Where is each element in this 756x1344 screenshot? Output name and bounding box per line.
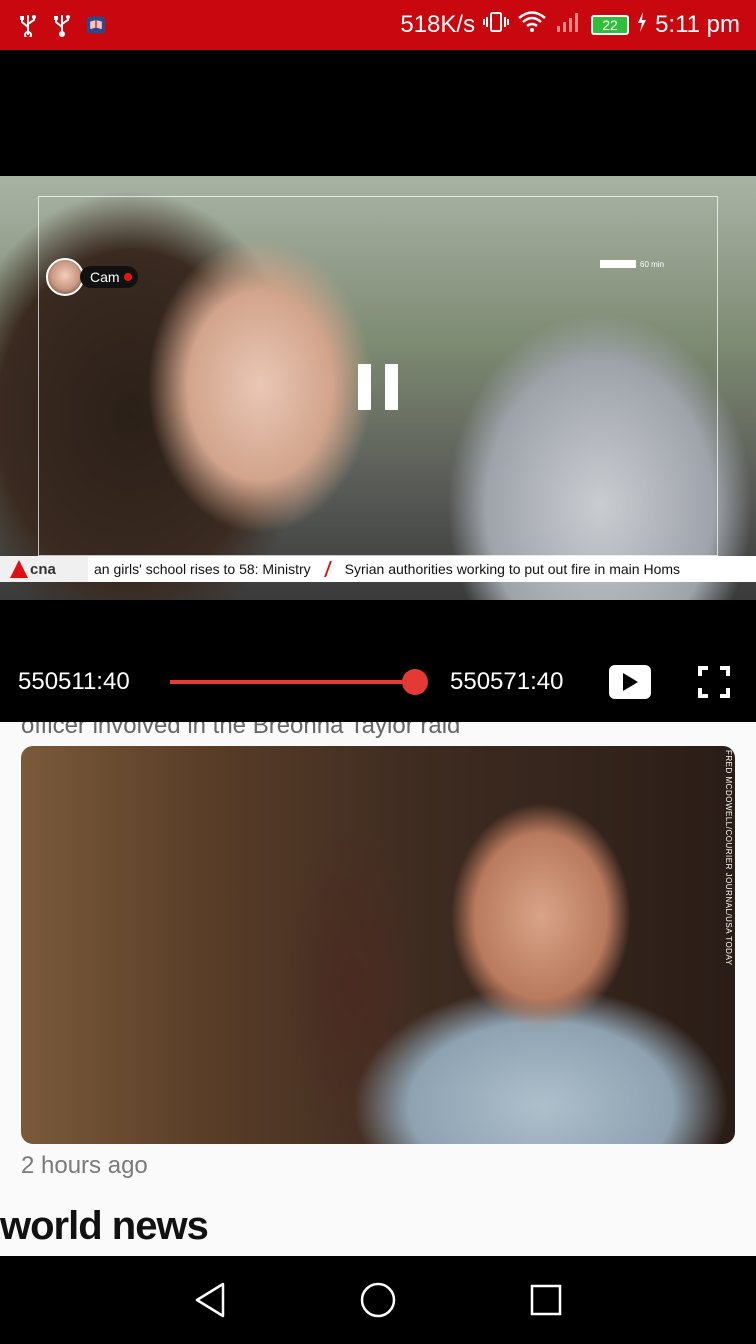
home-icon [360, 1282, 396, 1318]
news-feed[interactable]: officer involved in the Breonna Taylor r… [0, 722, 756, 1256]
network-speed: 518K/s [400, 11, 476, 38]
back-button[interactable] [190, 1280, 230, 1320]
recents-button[interactable] [526, 1280, 566, 1320]
play-button[interactable] [609, 665, 651, 699]
video-player[interactable]: Cam 60 min cna an girls' school rises to… [0, 50, 756, 722]
back-icon [195, 1282, 225, 1318]
video-frame[interactable]: Cam 60 min cna an girls' school rises to… [0, 176, 756, 600]
cna-logo: cna [0, 556, 88, 582]
player-controls: 550511:40 550571:40 [0, 652, 756, 712]
avatar [46, 258, 84, 296]
seek-handle[interactable] [402, 669, 428, 695]
news-ticker: cna an girls' school rises to 58: Minist… [0, 556, 756, 582]
cam-badge: Cam [46, 258, 138, 296]
article-headline[interactable]: officer involved in the Breonna Taylor r… [21, 722, 460, 740]
recording-indicator [600, 260, 636, 268]
clock: 5:11 pm [655, 11, 740, 38]
usb-icon [18, 13, 38, 37]
ticker-item: an girls' school rises to 58: Ministry [94, 561, 311, 577]
cam-label: Cam [80, 266, 138, 288]
hud-duration: 60 min [640, 260, 665, 269]
pause-icon[interactable] [358, 364, 398, 410]
battery-icon: 22 [591, 15, 630, 35]
seek-bar[interactable] [170, 680, 418, 684]
charging-icon [637, 11, 647, 40]
usb-icon [52, 13, 72, 37]
app-notification-icon [86, 13, 106, 37]
vibrate-icon [483, 10, 510, 41]
recents-icon [530, 1284, 562, 1316]
home-button[interactable] [358, 1280, 398, 1320]
article-image[interactable]: FRED MCDOWELL/COURIER JOURNAL/USA TODAY [21, 746, 735, 1144]
image-credit: FRED MCDOWELL/COURIER JOURNAL/USA TODAY [724, 750, 733, 966]
ticker-item: Syrian authorities working to put out fi… [344, 561, 681, 577]
fullscreen-button[interactable] [698, 666, 730, 698]
signal-icon [555, 10, 583, 41]
status-bar: 518K/s 22 5:11 pm [0, 0, 756, 50]
current-time: 550511:40 [18, 668, 130, 695]
section-title: world news [0, 1204, 209, 1248]
article-timestamp: 2 hours ago [21, 1152, 148, 1179]
battery-level: 22 [602, 17, 618, 33]
wifi-icon [517, 10, 547, 41]
duration: 550571:40 [450, 668, 564, 695]
ticker-separator [323, 561, 332, 577]
play-icon [623, 673, 638, 691]
fullscreen-icon [698, 666, 730, 698]
navigation-bar [0, 1256, 756, 1344]
